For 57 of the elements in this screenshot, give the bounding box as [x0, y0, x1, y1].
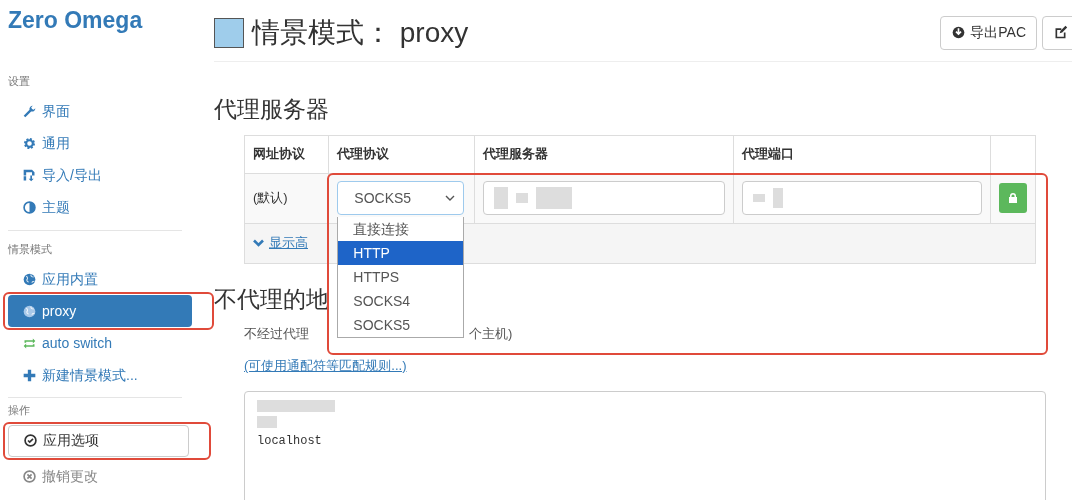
section-title: 代理服务器	[214, 95, 330, 124]
port-field[interactable]	[742, 181, 982, 215]
globe-icon	[22, 271, 37, 287]
dropdown-option[interactable]: 直接连接	[338, 217, 464, 241]
chevron-down-icon	[253, 239, 264, 248]
sidebar-item[interactable]: proxy	[8, 295, 192, 328]
column-header: 网址协议	[244, 135, 329, 173]
table-cell: (默认)	[244, 173, 329, 223]
redacted-text	[516, 193, 529, 203]
description-text: 不经过代理	[244, 325, 309, 343]
sidebar-item[interactable]: 主题	[8, 191, 192, 224]
section-header: 设置	[8, 74, 31, 90]
plus-icon	[22, 367, 37, 383]
rules-link[interactable]: (可使用通配符等匹配规则...)	[244, 355, 407, 375]
app-title: Zero Omega	[8, 8, 144, 34]
sidebar-item[interactable]: 通用	[8, 127, 192, 160]
redacted-text	[753, 194, 766, 202]
redacted-text	[494, 187, 509, 209]
sidebar-item[interactable]: 界面	[8, 95, 192, 128]
column-header: 代理端口	[733, 135, 991, 173]
sidebar-item[interactable]: 导入/导出	[8, 159, 192, 192]
contrast-icon	[22, 200, 37, 216]
sidebar-item[interactable]: 应用内置	[8, 263, 192, 296]
wrench-icon	[22, 104, 37, 120]
section-title: 不代理的地	[214, 284, 329, 314]
protocol-select[interactable]: SOCKS5	[337, 181, 465, 215]
dropdown-option[interactable]: SOCKS5	[338, 313, 464, 337]
edit-icon	[1053, 25, 1068, 40]
column-header: 代理服务器	[474, 135, 734, 173]
check-circle-icon	[23, 433, 38, 449]
chevron-down-icon	[445, 194, 456, 202]
lock-button[interactable]	[999, 183, 1027, 213]
description-text: 个主机)	[469, 325, 513, 343]
advanced-link[interactable]: 显示高	[253, 233, 308, 253]
floppy-icon	[22, 168, 37, 184]
download-icon	[951, 25, 967, 40]
globe-icon	[22, 303, 37, 319]
dropdown-option[interactable]: HTTPS	[338, 265, 464, 289]
dropdown-option[interactable]: SOCKS4	[338, 289, 464, 313]
cancel-circle-icon	[22, 469, 37, 485]
redacted-text	[773, 188, 784, 208]
dropdown-option[interactable]: HTTP	[338, 241, 464, 265]
color-swatch	[214, 17, 244, 48]
redacted-text	[536, 187, 573, 209]
sidebar-item[interactable]: auto switch	[8, 327, 192, 360]
server-field[interactable]	[483, 181, 726, 215]
section-header: 情景模式	[8, 241, 53, 257]
export-button[interactable]: 导出PAC	[940, 15, 1037, 50]
bypass-list-field[interactable]: localhost	[244, 390, 1046, 500]
lock-icon	[1007, 192, 1019, 204]
sidebar-item[interactable]: 新建情景模式...	[8, 359, 192, 392]
rule-line: localhost	[257, 433, 322, 448]
column-header: 代理协议	[328, 135, 475, 173]
page-title: 情景模式： proxy	[252, 15, 469, 50]
section-header: 操作	[8, 403, 31, 419]
apply-button[interactable]: 应用选项	[8, 424, 189, 457]
gear-icon	[22, 136, 37, 152]
